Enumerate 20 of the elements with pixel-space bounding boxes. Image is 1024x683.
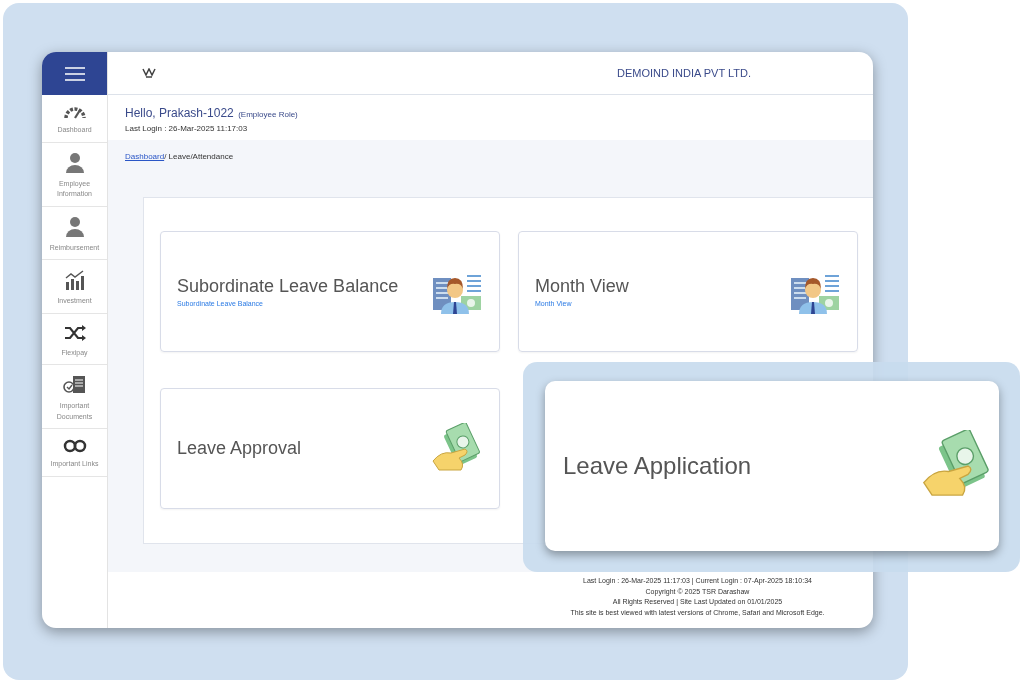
- card-title: Subordinate Leave Balance: [177, 276, 399, 297]
- person-icon: [65, 152, 84, 173]
- role-label: (Employee Role): [238, 110, 298, 119]
- card-title: Leave Approval: [177, 438, 302, 459]
- card-title: Month View: [535, 276, 629, 297]
- shuffle-icon: [63, 323, 86, 342]
- card-title: Leave Application: [563, 452, 752, 480]
- bar-chart-icon: [64, 270, 85, 290]
- company-name: DEMOIND INDIA PVT LTD.: [616, 67, 751, 79]
- menu-icon[interactable]: [64, 66, 85, 81]
- gauge-icon: [63, 105, 86, 119]
- breadcrumb-current: / Leave/Attendance: [164, 152, 234, 161]
- last-login: Last Login : 26-Mar-2025 11:17:03: [125, 124, 249, 133]
- menu-card[interactable]: Leave Approval: [160, 388, 500, 509]
- person-icon: [65, 216, 84, 237]
- greeting: Hello, Prakash-1022: [125, 106, 234, 120]
- menu-card[interactable]: Leave Application: [545, 381, 999, 551]
- crown-logo-icon: [142, 68, 156, 78]
- document-icon: [62, 375, 87, 395]
- link-icon: [62, 439, 87, 453]
